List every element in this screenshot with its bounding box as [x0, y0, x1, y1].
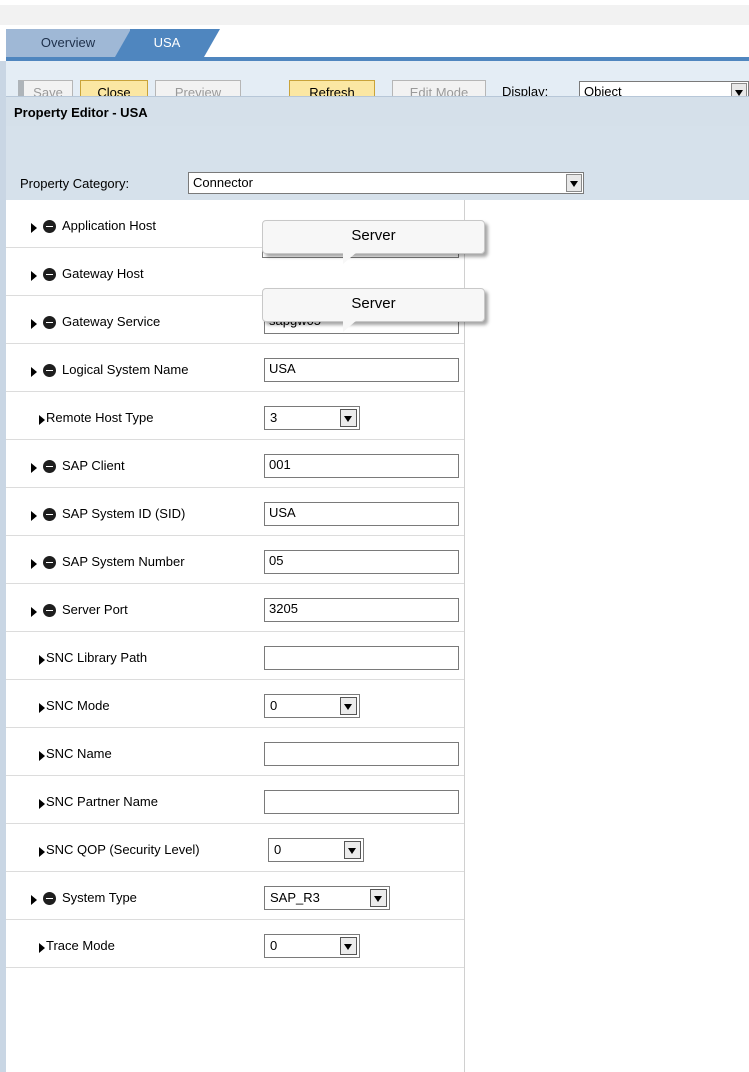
- expand-arrow-icon[interactable]: [31, 271, 37, 281]
- property-label: Logical System Name: [62, 362, 189, 377]
- system-type-select[interactable]: SAP_R3: [264, 886, 390, 910]
- sap-system-number-field[interactable]: 05: [264, 550, 459, 574]
- tab-overview[interactable]: Overview: [6, 29, 131, 57]
- select-value: 0: [270, 698, 278, 713]
- property-label: SAP Client: [62, 458, 125, 473]
- expand-arrow-icon[interactable]: [39, 703, 45, 713]
- property-label: Remote Host Type: [46, 410, 154, 425]
- property-label: Application Host: [62, 218, 156, 233]
- property-row-server-port: Server Port 3205: [6, 584, 464, 632]
- connector-icon: [43, 268, 56, 281]
- connector-icon: [43, 892, 56, 905]
- property-row-sap-system-id: SAP System ID (SID) USA: [6, 488, 464, 536]
- connector-icon: [43, 556, 56, 569]
- sap-client-field[interactable]: 001: [264, 454, 459, 478]
- property-label: SAP System Number: [62, 554, 185, 569]
- page-title: Property Editor - USA: [14, 105, 148, 120]
- property-row-system-type: System Type SAP_R3: [6, 872, 464, 920]
- select-value: SAP_R3: [270, 890, 320, 905]
- expand-arrow-icon[interactable]: [31, 463, 37, 473]
- tooltip-text: Server: [351, 227, 396, 244]
- trace-mode-select[interactable]: 0: [264, 934, 360, 958]
- chevron-down-icon[interactable]: [340, 697, 357, 715]
- top-band: [0, 0, 749, 25]
- snc-mode-select[interactable]: 0: [264, 694, 360, 718]
- select-value: 0: [270, 938, 278, 953]
- select-value: 3: [270, 410, 278, 425]
- expand-arrow-icon[interactable]: [39, 415, 45, 425]
- expand-arrow-icon[interactable]: [39, 751, 45, 761]
- property-category-value: Connector: [193, 175, 253, 190]
- property-label: Gateway Host: [62, 266, 144, 281]
- property-row-snc-qop: SNC QOP (Security Level) 0: [6, 824, 464, 872]
- property-row-snc-mode: SNC Mode 0: [6, 680, 464, 728]
- property-label: Trace Mode: [46, 938, 115, 953]
- chevron-down-icon[interactable]: [340, 937, 357, 955]
- connector-icon: [43, 316, 56, 329]
- property-list: Application Host Gateway Host Gateway Se…: [6, 200, 465, 1072]
- connector-icon: [43, 460, 56, 473]
- top-strip: [0, 5, 749, 25]
- expand-arrow-icon[interactable]: [39, 847, 45, 857]
- property-label: Gateway Service: [62, 314, 161, 329]
- expand-arrow-icon[interactable]: [31, 607, 37, 617]
- tooltip-server: Server: [262, 220, 485, 264]
- property-label: SAP System ID (SID): [62, 506, 186, 521]
- expand-arrow-icon[interactable]: [31, 559, 37, 569]
- expand-arrow-icon[interactable]: [31, 223, 37, 233]
- snc-qop-select[interactable]: 0: [268, 838, 364, 862]
- expand-arrow-icon[interactable]: [31, 319, 37, 329]
- server-port-field[interactable]: 3205: [264, 598, 459, 622]
- expand-arrow-icon[interactable]: [31, 511, 37, 521]
- logical-system-name-field[interactable]: USA: [264, 358, 459, 382]
- property-label: System Type: [62, 890, 137, 905]
- property-row-trace-mode: Trace Mode 0: [6, 920, 464, 968]
- tooltip-tail: [343, 320, 357, 332]
- property-label: SNC Library Path: [46, 650, 148, 665]
- property-label: SNC Partner Name: [46, 794, 158, 809]
- expand-arrow-icon[interactable]: [39, 655, 45, 665]
- chevron-down-icon[interactable]: [340, 409, 357, 427]
- tooltip-server: Server: [262, 288, 485, 332]
- select-value: 0: [274, 842, 282, 857]
- sap-system-id-field[interactable]: USA: [264, 502, 459, 526]
- chevron-down-icon[interactable]: [370, 889, 387, 907]
- category-band: Property Category: Connector: [6, 126, 749, 200]
- connector-icon: [43, 220, 56, 233]
- remote-host-type-select[interactable]: 3: [264, 406, 360, 430]
- property-label: SNC Mode: [46, 698, 110, 713]
- connector-icon: [43, 364, 56, 377]
- property-label: Server Port: [62, 602, 128, 617]
- property-editor-header: Property Editor - USA: [6, 96, 749, 127]
- tab-usa[interactable]: USA: [130, 29, 220, 57]
- expand-arrow-icon[interactable]: [31, 367, 37, 377]
- expand-arrow-icon[interactable]: [39, 943, 45, 953]
- connector-icon: [43, 508, 56, 521]
- expand-arrow-icon[interactable]: [31, 895, 37, 905]
- property-row-snc-name: SNC Name: [6, 728, 464, 776]
- property-label: SNC Name: [46, 746, 112, 761]
- tooltip-text: Server: [351, 295, 396, 312]
- property-row-remote-host-type: Remote Host Type 3: [6, 392, 464, 440]
- chevron-down-icon[interactable]: [344, 841, 361, 859]
- chevron-down-icon[interactable]: [566, 174, 582, 192]
- property-row-sap-client: SAP Client 001: [6, 440, 464, 488]
- expand-arrow-icon[interactable]: [39, 799, 45, 809]
- snc-library-path-field[interactable]: [264, 646, 459, 670]
- property-category-label: Property Category:: [20, 176, 130, 191]
- snc-partner-name-field[interactable]: [264, 790, 459, 814]
- snc-name-field[interactable]: [264, 742, 459, 766]
- property-row-sap-system-number: SAP System Number 05: [6, 536, 464, 584]
- tooltip-tail: [343, 252, 357, 264]
- property-category-select[interactable]: Connector: [188, 172, 584, 194]
- property-label: SNC QOP (Security Level): [46, 842, 200, 857]
- property-row-snc-library-path: SNC Library Path: [6, 632, 464, 680]
- property-row-logical-system-name: Logical System Name USA: [6, 344, 464, 392]
- property-row-snc-partner-name: SNC Partner Name: [6, 776, 464, 824]
- connector-icon: [43, 604, 56, 617]
